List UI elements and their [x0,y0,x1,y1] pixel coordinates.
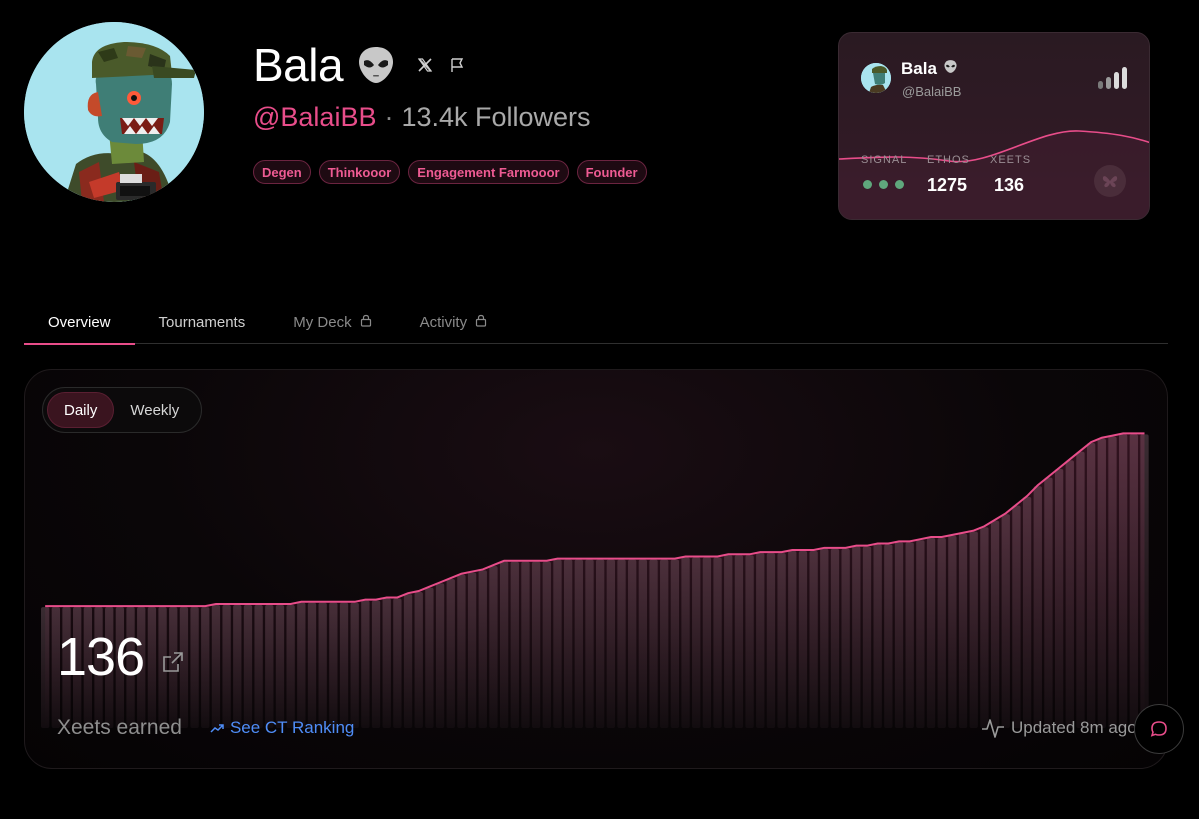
xeets-total-value: 136 [57,627,145,687]
profile-handle[interactable]: @BalaiBB [253,102,376,133]
card-avatar [861,63,891,93]
profile-handle-row: @BalaiBB · 13.4k Followers [253,102,591,133]
profile-card[interactable]: Bala @BalaiBB SIGNAL ETHOS 1275 XEETS 13… [838,32,1150,220]
profile-tabs: Overview Tournaments My Deck Activity [24,300,1168,345]
xeets-total-row: 136 [57,626,184,688]
ct-ranking-link[interactable]: See CT Ranking [210,718,354,738]
separator-dot: · [384,102,394,132]
x-logo-icon[interactable] [417,57,433,73]
ethos-value: 1275 [927,175,968,195]
signal-strength-icon [1098,67,1127,89]
xeets-bar-chart [41,432,1149,728]
chat-button[interactable] [1134,704,1184,754]
signal-dots [863,180,904,189]
xeets-earned-row: Xeets earned See CT Ranking [57,716,354,740]
toggle-daily[interactable]: Daily [47,392,115,428]
tab-label: My Deck [293,313,352,331]
alien-emoji-icon [943,59,958,79]
card-name-text: Bala [901,59,937,78]
xeets-label: XEETS [990,154,1032,166]
signal-dot [863,180,872,189]
tab-tournaments[interactable]: Tournaments [135,300,270,344]
profile-avatar [24,22,204,202]
tag-badge: Engagement Farmooor [408,160,569,184]
tab-label: Overview [48,313,111,331]
tab-label: Activity [419,313,468,331]
trending-up-icon [210,724,224,733]
tab-overview[interactable]: Overview [24,300,135,345]
tag-badge: Thinkooor [318,160,401,184]
tab-my-deck[interactable]: My Deck [269,300,395,344]
updated-text: Updated 8m ago [1011,718,1137,737]
flag-icon[interactable] [449,57,465,73]
external-link-icon[interactable] [162,651,184,673]
profile-name-row: Bala [253,38,465,92]
toggle-weekly[interactable]: Weekly [114,392,195,428]
period-toggle: Daily Weekly [42,387,202,433]
alien-emoji-icon [355,44,397,86]
chart-trend-area [45,433,1145,728]
ethos-label: ETHOS [927,154,970,166]
butterfly-logo-icon [1094,165,1126,197]
xeets-chart-panel: Daily Weekly 136 Xeets earned See CT Ran… [24,369,1168,769]
tag-badge: Degen [253,160,311,184]
avatar-illustration [24,22,204,202]
tag-badge: Founder [576,160,647,184]
card-name: Bala [901,59,958,79]
updated-status: Updated 8m ago [981,717,1137,739]
xeets-value: 136 [994,175,1025,195]
ct-ranking-label: See CT Ranking [229,718,355,737]
profile-name: Bala [253,39,344,91]
chat-bubble-icon [1150,721,1167,737]
signal-label: SIGNAL [861,154,908,166]
signal-dot [895,180,904,189]
lock-icon [360,314,372,331]
signal-dot [879,180,888,189]
activity-pulse-icon [982,719,1004,738]
lock-icon [475,314,487,331]
xeets-earned-label: Xeets earned [57,716,182,739]
tab-label: Tournaments [158,313,246,331]
followers-count: 13.4k Followers [401,102,591,132]
tab-activity[interactable]: Activity [396,300,512,344]
card-handle: @BalaiBB [902,84,962,99]
profile-tags: Degen Thinkooor Engagement Farmooor Foun… [253,160,647,184]
